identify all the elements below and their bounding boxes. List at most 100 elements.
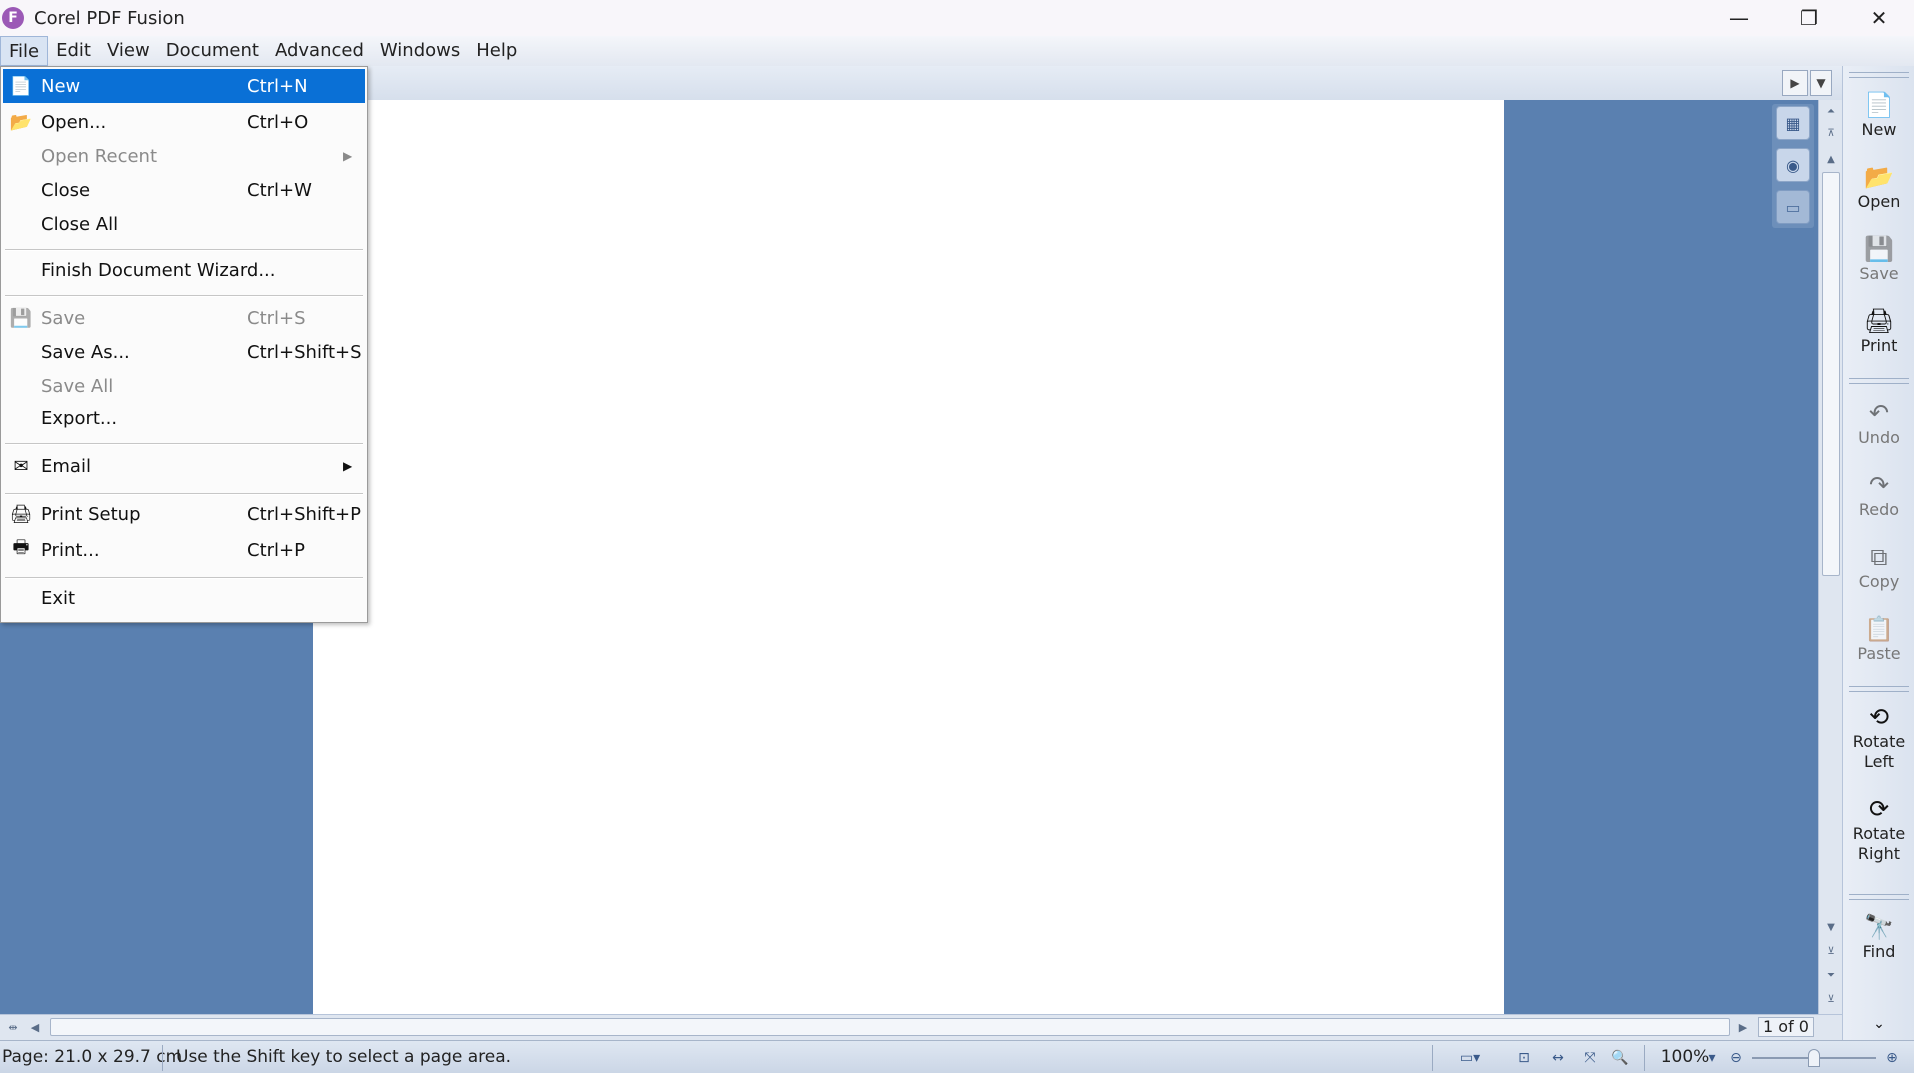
menu-file[interactable]: File [0, 36, 49, 66]
toolbar-paste-button[interactable]: 📋 Paste [1843, 614, 1914, 664]
close-button[interactable]: ✕ [1844, 0, 1914, 36]
up-bar-icon: ⊼ [1827, 127, 1835, 139]
horizontal-scrollbar[interactable]: ⇹ ◀ ▶ 1 of 0 [0, 1014, 1842, 1040]
horizontal-scroll-thumb[interactable] [50, 1018, 1730, 1036]
print-setup-icon: 🖨 [9, 503, 33, 525]
zoom-out-button[interactable]: ⊖ [1726, 1046, 1746, 1070]
first-page-button[interactable]: ⏶ [1822, 102, 1840, 120]
submenu-arrow-icon: ▶ [343, 149, 353, 163]
zoom-slider-handle[interactable] [1808, 1049, 1820, 1067]
magnifier-icon: 🔍 [1611, 1050, 1629, 1066]
page-layout-dropdown[interactable]: ▭▾ [1448, 1046, 1492, 1070]
page-icon: ▭ [1785, 197, 1801, 217]
actual-size-button[interactable]: ⊡ [1512, 1046, 1536, 1070]
file-menu-save[interactable]: 💾 Save Ctrl+S [3, 301, 365, 335]
undo-icon: ↶ [1868, 399, 1890, 427]
arrow-up-icon: ▲ [1827, 153, 1835, 165]
toolbar-rotate-left-button[interactable]: ⟲ Rotate Left [1843, 702, 1914, 772]
zoom-in-button[interactable]: ⊕ [1882, 1046, 1902, 1070]
menu-separator [5, 577, 363, 579]
paste-icon: 📋 [1864, 615, 1894, 643]
document-page[interactable] [313, 100, 1504, 1014]
arrow-left-icon: ◀ [30, 1020, 40, 1034]
file-menu-export[interactable]: Export... [3, 401, 365, 435]
rotate-left-icon: ⟲ [1868, 703, 1890, 731]
file-menu-open[interactable]: 📂 Open... Ctrl+O [3, 105, 365, 139]
chevron-down-icon: ▼ [1816, 76, 1826, 90]
toolbar-find-button[interactable]: 🔭 Find [1843, 912, 1914, 962]
new-document-icon: 📄 [1864, 91, 1894, 119]
toolbar-open-button[interactable]: 📂 Open [1843, 162, 1914, 212]
file-menu-close-all[interactable]: Close All [3, 207, 365, 241]
scroll-tabs-right-button[interactable]: ▶ [1782, 70, 1808, 96]
toolbar-separator [1849, 686, 1909, 692]
file-menu-email[interactable]: ✉ Email ▶ [3, 449, 365, 483]
double-chevron-down-icon: ⌄ [1873, 1016, 1885, 1032]
file-menu-open-recent[interactable]: Open Recent ▶ [3, 139, 365, 173]
file-menu-new[interactable]: 📄 New Ctrl+N [3, 69, 365, 103]
previous-page-button[interactable]: ⊼ [1822, 124, 1840, 142]
toolbar-separator [1849, 378, 1909, 384]
toolbar-rotate-right-button[interactable]: ⟳ Rotate Right [1843, 794, 1914, 864]
file-menu-print[interactable]: 🖶 Print... Ctrl+P [3, 533, 365, 567]
file-menu-save-all[interactable]: Save All [3, 369, 365, 403]
submenu-arrow-icon: ▶ [343, 459, 353, 473]
fit-page-button[interactable]: ⤧ [1578, 1046, 1602, 1070]
status-divider [1432, 1045, 1433, 1071]
file-menu-print-setup[interactable]: 🖨 Print Setup Ctrl+Shift+P [3, 497, 365, 531]
toolbar-redo-button[interactable]: ↷ Redo [1843, 470, 1914, 520]
vertical-scrollbar[interactable]: ⏶ ⊼ ▲ ▼ ⊻ ⏷ ⊻ [1818, 100, 1842, 1014]
copy-icon: ⧉ [1870, 543, 1888, 571]
fit-width-button[interactable]: ↔ [1546, 1046, 1570, 1070]
rotate-right-icon: ⟳ [1868, 795, 1890, 823]
tab-list-dropdown-button[interactable]: ▼ [1810, 70, 1832, 96]
last-page-button[interactable]: ⏷ [1822, 966, 1840, 984]
file-menu-close[interactable]: Close Ctrl+W [3, 173, 365, 207]
menu-advanced[interactable]: Advanced [267, 36, 372, 66]
end-button[interactable]: ⊻ [1822, 990, 1840, 1008]
thumbnail-grid-button[interactable]: ▦ [1776, 106, 1810, 140]
menu-separator [5, 249, 363, 251]
toolbar-new-button[interactable]: 📄 New [1843, 90, 1914, 140]
toolbar-undo-button[interactable]: ↶ Undo [1843, 398, 1914, 448]
toolbar-copy-button[interactable]: ⧉ Copy [1843, 542, 1914, 592]
menu-help[interactable]: Help [468, 36, 525, 66]
fit-width-icon: ↔ [1552, 1050, 1564, 1066]
minus-circle-icon: ⊖ [1730, 1050, 1742, 1066]
menu-document[interactable]: Document [158, 36, 267, 66]
zoom-tool-button[interactable]: 🔍 [1608, 1046, 1632, 1070]
open-folder-icon: 📂 [9, 111, 33, 133]
file-menu-exit[interactable]: Exit [3, 581, 365, 615]
toolbar-separator [1849, 72, 1909, 78]
vertical-scroll-thumb[interactable] [1822, 172, 1840, 576]
file-menu-finish-wizard[interactable]: Finish Document Wizard... [3, 253, 365, 287]
right-toolbar: 📄 New 📂 Open 💾 Save 🖨 Print ↶ Undo ↷ Red… [1842, 66, 1914, 1040]
title-bar: F Corel PDF Fusion — ❐ ✕ [0, 0, 1914, 36]
toolbar-expand-button[interactable]: ⌄ [1843, 1016, 1914, 1032]
save-icon: 💾 [1864, 235, 1894, 263]
arrow-right-icon: ▶ [1738, 1020, 1748, 1034]
globe-panel-button[interactable]: ◉ [1776, 148, 1810, 182]
file-menu-save-as[interactable]: Save As... Ctrl+Shift+S [3, 335, 365, 369]
menu-bar: File Edit View Document Advanced Windows… [0, 36, 1914, 66]
next-page-button[interactable]: ⊻ [1822, 942, 1840, 960]
globe-icon: ◉ [1786, 155, 1800, 175]
scroll-up-button[interactable]: ▲ [1822, 150, 1840, 168]
zoom-dropdown-button[interactable]: ▾ [1704, 1046, 1720, 1070]
split-view-button[interactable]: ⇹ [4, 1018, 22, 1036]
minimize-button[interactable]: — [1704, 0, 1774, 36]
toolbar-print-button[interactable]: 🖨 Print [1843, 306, 1914, 356]
restore-button[interactable]: ❐ [1774, 0, 1844, 36]
menu-view[interactable]: View [99, 36, 158, 66]
save-icon: 💾 [9, 307, 33, 329]
scroll-left-button[interactable]: ◀ [26, 1018, 44, 1036]
toolbar-save-button[interactable]: 💾 Save [1843, 234, 1914, 284]
window-controls: — ❐ ✕ [1704, 0, 1914, 36]
menu-edit[interactable]: Edit [48, 36, 99, 66]
scroll-down-button[interactable]: ▼ [1822, 918, 1840, 936]
menu-windows[interactable]: Windows [372, 36, 468, 66]
scroll-right-button[interactable]: ▶ [1734, 1018, 1752, 1036]
page-panel-button[interactable]: ▭ [1776, 190, 1810, 224]
menu-separator [5, 295, 363, 297]
printer-icon: 🖨 [1863, 307, 1895, 335]
